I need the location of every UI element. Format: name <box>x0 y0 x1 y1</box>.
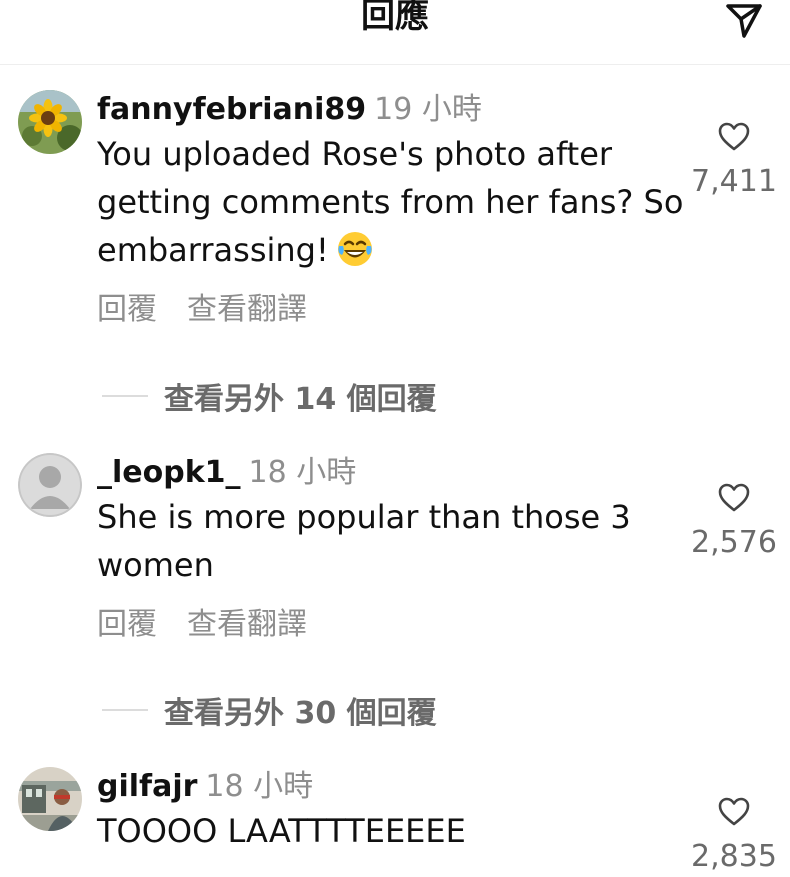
translate-button[interactable]: 查看翻譯 <box>187 607 307 642</box>
header: 回應 <box>0 0 790 65</box>
view-replies-label: 查看另外 30 個回覆 <box>164 696 437 731</box>
comment-time: 18 小時 <box>205 769 314 804</box>
heart-icon[interactable] <box>717 481 751 515</box>
heart-icon[interactable] <box>717 120 751 154</box>
view-replies-label: 查看另外 14 個回覆 <box>164 382 437 417</box>
send-icon[interactable] <box>724 0 764 40</box>
like-area: 7,411 <box>686 120 782 202</box>
comment-time: 18 小時 <box>248 455 357 490</box>
username[interactable]: fannyfebriani89 <box>97 92 366 127</box>
reply-button[interactable]: 回覆 <box>97 607 157 642</box>
comment-actions: 回覆 查看翻譯 <box>97 605 687 645</box>
page-title: 回應 <box>361 0 429 36</box>
reply-button[interactable]: 回覆 <box>97 292 157 327</box>
sunflower-avatar[interactable] <box>18 90 82 154</box>
comment-text: She is more popular than those 3 women <box>97 498 631 584</box>
like-area: 2,576 <box>686 481 782 563</box>
comment-meta: gilfajr 18 小時 <box>97 767 687 807</box>
default-user-avatar[interactable] <box>18 453 82 517</box>
comment-actions: 回覆 查看翻譯 <box>97 290 687 330</box>
username[interactable]: gilfajr <box>97 769 197 804</box>
comment-text: You uploaded Rose's photo after getting … <box>97 130 687 274</box>
comment-text-content: You uploaded Rose's photo after getting … <box>97 135 684 269</box>
comment-time: 19 小時 <box>374 92 482 127</box>
like-count: 7,411 <box>691 164 777 199</box>
like-count: 2,835 <box>691 839 777 874</box>
view-replies-button[interactable]: 查看另外 30 個回覆 <box>102 690 437 731</box>
comment-text: TOOOO LAATTTTEEEEE <box>97 812 466 850</box>
comment-body: fannyfebriani89 19 小時 You uploaded Rose's… <box>97 90 687 330</box>
like-count: 2,576 <box>691 525 777 560</box>
username[interactable]: _leopk1_ <box>97 455 241 490</box>
comment-meta: fannyfebriani89 19 小時 <box>97 90 687 130</box>
laughing-tears-emoji-icon <box>337 232 372 266</box>
comment-meta: _leopk1_ 18 小時 <box>97 453 687 493</box>
photo-avatar[interactable] <box>18 767 82 831</box>
heart-icon[interactable] <box>717 795 751 829</box>
comment-body: _leopk1_ 18 小時 She is more popular than t… <box>97 453 687 645</box>
comment-body: gilfajr 18 小時 TOOOO LAATTTTEEEEE <box>97 767 687 855</box>
view-replies-divider <box>102 395 148 397</box>
translate-button[interactable]: 查看翻譯 <box>187 292 307 327</box>
view-replies-button[interactable]: 查看另外 14 個回覆 <box>102 376 437 417</box>
like-area: 2,835 <box>686 795 782 877</box>
view-replies-divider <box>102 709 148 711</box>
